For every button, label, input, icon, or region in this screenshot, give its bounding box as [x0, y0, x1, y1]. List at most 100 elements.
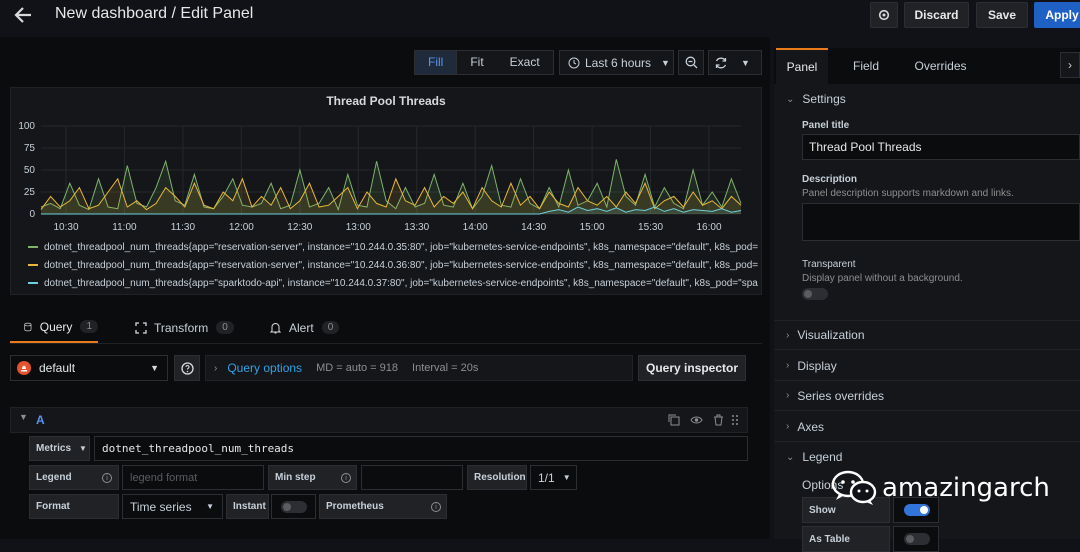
save-button[interactable]: Save: [976, 2, 1028, 28]
description-textarea[interactable]: [802, 203, 1080, 241]
chevron-down-icon[interactable]: ▼: [19, 412, 28, 422]
chevron-down-icon: ▼: [661, 57, 670, 68]
section-visualization[interactable]: › Visualization: [774, 320, 1080, 350]
question-circle-icon: [180, 361, 194, 375]
info-icon: i: [431, 502, 441, 512]
toggle-knob: [906, 535, 914, 543]
tab-query[interactable]: Query 1: [10, 312, 98, 343]
page-title: New dashboard / Edit Panel: [55, 5, 254, 22]
copy-icon[interactable]: [668, 414, 680, 426]
display-mode-toggle: Fill Fit Exact: [414, 50, 554, 75]
metrics-label-text: Metrics: [36, 443, 72, 454]
chevron-down-icon: ⌄: [786, 93, 795, 105]
min-step-input[interactable]: [361, 465, 463, 490]
drag-handle-icon[interactable]: [731, 414, 739, 426]
legend-format-input[interactable]: legend format: [122, 465, 264, 490]
transform-count-badge: 0: [216, 321, 234, 334]
time-range-picker[interactable]: Last 6 hours ▼: [559, 50, 674, 75]
section-axes[interactable]: › Axes: [774, 412, 1080, 442]
time-range-label: Last 6 hours: [585, 55, 652, 70]
section-visualization-label: Visualization: [797, 328, 865, 342]
chevron-right-icon: ›: [786, 390, 790, 401]
resolution-label: Resolution: [467, 465, 527, 490]
clock-icon: [568, 57, 580, 68]
chevron-right-icon: ›: [1068, 58, 1072, 72]
options-tabs: Panel Field Overrides ›: [774, 48, 1080, 84]
info-icon: i: [341, 473, 351, 483]
legend-label: dotnet_threadpool_num_threads{app="reser…: [44, 242, 758, 253]
fill-mode-button[interactable]: Fill: [415, 51, 458, 74]
eye-icon[interactable]: [690, 415, 703, 425]
tab-alert[interactable]: Alert 0: [270, 312, 340, 343]
time-series-chart[interactable]: 100 75 50 25 0 10:30 11:00 11:30 12:00 12:30 13:00…: [11, 108, 761, 258]
x-tick-label: 12:30: [287, 222, 312, 233]
x-tick-label: 14:30: [521, 222, 546, 233]
format-select[interactable]: Time series ▼: [122, 494, 223, 519]
query-options-bar[interactable]: › Query options MD = auto = 918 Interval…: [205, 355, 633, 381]
legend-swatch-icon: [28, 282, 38, 285]
help-button[interactable]: [174, 355, 200, 381]
chevron-down-icon: ▼: [562, 473, 571, 482]
settings-button[interactable]: [870, 2, 898, 28]
as-table-toggle-box: [893, 526, 939, 552]
options-pane: Panel Field Overrides › ⌄ Settings Panel …: [774, 48, 1080, 552]
tab-query-label: Query: [39, 319, 73, 334]
x-tick-label: 15:00: [580, 222, 605, 233]
toggle-knob: [804, 290, 812, 298]
y-tick-label: 0: [29, 209, 35, 220]
section-settings[interactable]: ⌄ Settings: [774, 84, 1080, 114]
section-display-label: Display: [797, 358, 837, 373]
collapse-pane-button[interactable]: ›: [1060, 52, 1080, 78]
query-options-label: Query options: [227, 361, 303, 375]
resolution-select[interactable]: 1/1 ▼: [530, 465, 577, 490]
panel-title-input[interactable]: Thread Pool Threads: [802, 134, 1080, 160]
datasource-name: default: [39, 361, 76, 375]
chevron-down-icon: ⌄: [786, 451, 795, 463]
x-tick-label: 14:00: [463, 222, 488, 233]
query-inspector-button[interactable]: Query inspector: [638, 355, 746, 381]
legend-item[interactable]: dotnet_threadpool_num_threads{app="reser…: [28, 260, 758, 271]
legend-swatch-icon: [28, 264, 38, 267]
legend-label: dotnet_threadpool_num_threads{app="spark…: [44, 278, 758, 289]
trash-icon[interactable]: [713, 414, 724, 426]
as-table-toggle[interactable]: [904, 533, 930, 545]
section-display[interactable]: › Display: [774, 351, 1080, 381]
refresh-picker[interactable]: ▼: [708, 50, 762, 75]
legend-item[interactable]: dotnet_threadpool_num_threads{app="spark…: [28, 278, 758, 289]
apply-button[interactable]: Apply: [1034, 2, 1080, 28]
tab-field[interactable]: Field: [840, 48, 892, 84]
tab-transform-label: Transform: [154, 320, 209, 335]
back-arrow-icon[interactable]: [12, 4, 34, 26]
top-bar: New dashboard / Edit Panel Discard Save …: [0, 0, 1080, 30]
datasource-picker[interactable]: default ▼: [10, 355, 168, 381]
exact-mode-button[interactable]: Exact: [497, 51, 553, 74]
transform-icon: [135, 321, 147, 334]
zoom-out-button[interactable]: [678, 50, 704, 75]
metrics-label[interactable]: Metrics ▼: [29, 436, 90, 461]
tab-panel[interactable]: Panel: [776, 48, 828, 84]
metrics-input[interactable]: dotnet_threadpool_num_threads: [94, 436, 748, 461]
instant-toggle-box: [271, 494, 316, 519]
section-series-overrides[interactable]: › Series overrides: [774, 381, 1080, 411]
chevron-down-icon: ▼: [741, 57, 750, 68]
tab-overrides[interactable]: Overrides: [909, 48, 972, 84]
instant-toggle[interactable]: [281, 501, 307, 513]
fit-mode-button[interactable]: Fit: [457, 51, 496, 74]
legend-swatch-icon: [28, 246, 38, 249]
tab-transform[interactable]: Transform 0: [135, 312, 234, 343]
discard-button[interactable]: Discard: [904, 2, 969, 28]
tab-alert-label: Alert: [289, 320, 314, 335]
y-tick-label: 75: [24, 143, 36, 154]
query-row-header[interactable]: ▼ A: [10, 407, 748, 433]
transparent-toggle[interactable]: [802, 288, 828, 300]
legend-item[interactable]: dotnet_threadpool_num_threads{app="reser…: [28, 242, 758, 253]
x-tick-label: 10:30: [53, 222, 78, 233]
format-value: Time series: [130, 499, 192, 514]
chevron-down-icon: ▼: [150, 363, 159, 373]
query-interval: Interval = 20s: [412, 362, 479, 374]
x-tick-label: 15:30: [638, 222, 663, 233]
legend-format-placeholder: legend format: [130, 471, 198, 484]
chevron-right-icon: ›: [786, 421, 790, 432]
refresh-icon: [715, 57, 727, 68]
bell-icon: [270, 322, 281, 333]
